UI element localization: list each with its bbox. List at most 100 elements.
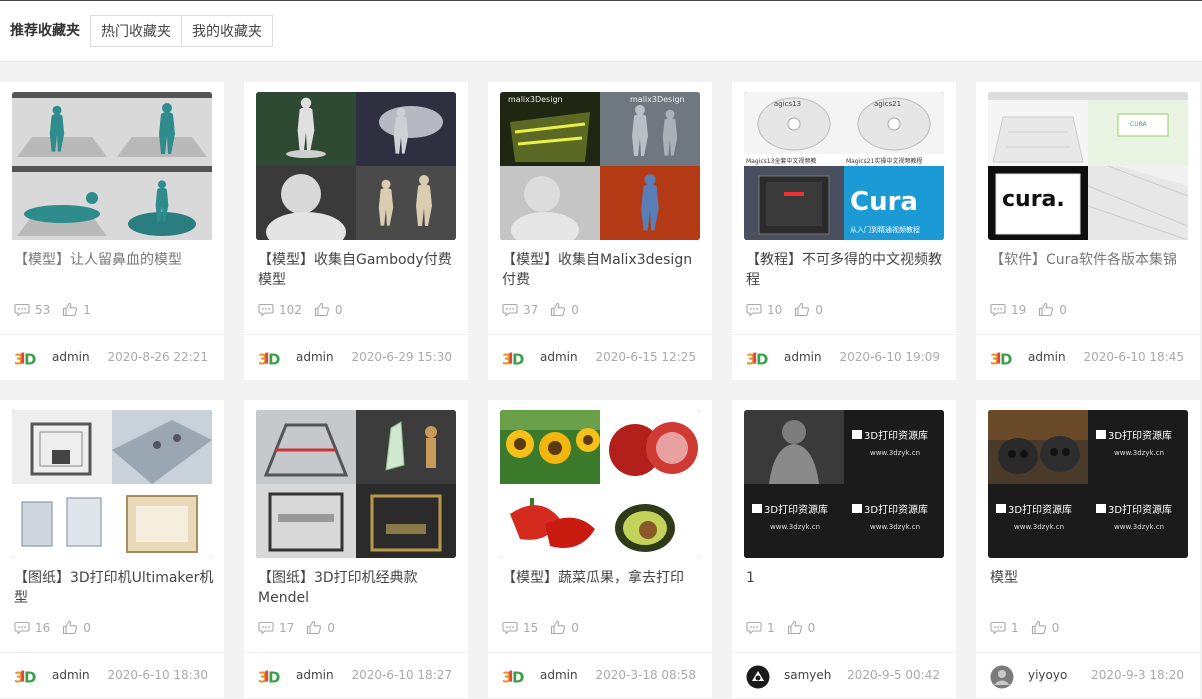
favorite-card[interactable]: malix3Design malix3Design 【模型】收集自Malix3des… xyxy=(488,82,712,380)
author-avatar[interactable]: 3D xyxy=(14,666,38,688)
comment-count[interactable]: 15 xyxy=(502,621,538,635)
author-name[interactable]: samyeh xyxy=(784,668,831,682)
3dzyk-watermark: 3D打印资源库 xyxy=(1108,503,1172,516)
author-name[interactable]: admin xyxy=(52,350,90,364)
comment-count[interactable]: 1 xyxy=(746,621,775,635)
comment-count[interactable]: 16 xyxy=(14,621,50,635)
card-title[interactable]: 1 xyxy=(746,568,946,588)
author-avatar[interactable]: 3D xyxy=(258,348,282,370)
author-avatar[interactable]: 3D xyxy=(502,666,526,688)
thumbnail-tile xyxy=(356,92,456,166)
card-thumbnail[interactable] xyxy=(12,92,212,240)
3dzyk-watermark: 3D打印资源库 xyxy=(864,429,928,442)
author-name[interactable]: admin xyxy=(540,668,578,682)
site-logo-icon: 3D xyxy=(746,352,768,369)
author-name[interactable]: admin xyxy=(52,668,90,682)
card-thumbnail[interactable]: malix3Design malix3Design xyxy=(500,92,700,240)
favorite-card[interactable]: 3D打印资源库 www.3dzyk.cn 3D打印资源库 www.3dzyk.cn 3D… xyxy=(976,400,1200,698)
comment-count[interactable]: 102 xyxy=(258,303,302,317)
author-avatar[interactable]: 3D xyxy=(258,666,282,688)
author-avatar[interactable] xyxy=(990,665,1014,689)
favorite-card[interactable]: 【图纸】3D打印机经典款Mendel 17 0 3 D admin 2020-6-10 18… xyxy=(244,400,468,698)
author-avatar[interactable]: 3D xyxy=(14,348,38,370)
card-thumbnail[interactable]: 3D打印资源库 www.3dzyk.cn 3D打印资源库 www.3dzyk.cn 3D… xyxy=(988,410,1188,558)
comment-icon xyxy=(502,303,518,317)
svg-text:www.3dzyk.cn: www.3dzyk.cn xyxy=(1114,523,1164,531)
card-footer: 3 D admin 2020-6-10 18:30 xyxy=(0,652,224,698)
comment-icon xyxy=(746,303,762,317)
card-title[interactable]: 【模型】蔬菜瓜果，拿去打印 xyxy=(502,568,702,588)
like-count[interactable]: 0 xyxy=(550,302,579,317)
favorite-card[interactable]: 【图纸】3D打印机Ultimaker机型 16 0 3 D admin 2020-6-10 … xyxy=(0,400,224,698)
cura-logo-text: Cura xyxy=(850,187,918,217)
comment-count[interactable]: 1 xyxy=(990,621,1019,635)
thumbnail-tile xyxy=(112,166,212,240)
author-avatar[interactable]: 3D xyxy=(746,348,770,370)
thumbnail-tile xyxy=(12,92,112,166)
card-title[interactable]: 【教程】不可多得的中文视频教程 xyxy=(746,250,946,290)
card-footer: 3 D admin 2020-6-15 12:25 xyxy=(488,334,712,380)
favorite-card[interactable]: 【模型】让人留鼻血的模型 53 1 3 D admin 2020-8-26 22:21 xyxy=(0,82,224,380)
like-count[interactable]: 0 xyxy=(62,620,91,635)
card-stats: 10 xyxy=(990,620,1071,635)
card-title[interactable]: 【图纸】3D打印机经典款Mendel xyxy=(258,568,458,608)
author-avatar[interactable]: 3D xyxy=(990,348,1014,370)
tab-recommended[interactable]: 推荐收藏夹 xyxy=(0,15,90,47)
author-name[interactable]: admin xyxy=(296,350,334,364)
tab-mine[interactable]: 我的收藏夹 xyxy=(181,15,273,47)
comment-count[interactable]: 19 xyxy=(990,303,1026,317)
author-name[interactable]: admin xyxy=(540,350,578,364)
comment-count-value: 1 xyxy=(1011,620,1019,635)
author-name[interactable]: admin xyxy=(784,350,822,364)
card-thumbnail[interactable] xyxy=(12,410,212,558)
author-name[interactable]: yiyoyo xyxy=(1028,668,1067,682)
author-name[interactable]: admin xyxy=(1028,350,1066,364)
card-thumbnail[interactable]: 3D打印资源库 www.3dzyk.cn 3D打印资源库 www.3dzyk.cn 3D… xyxy=(744,410,944,558)
like-count[interactable]: 0 xyxy=(550,620,579,635)
card-title[interactable]: 【模型】收集自Malix3design付费 xyxy=(502,250,702,290)
favorite-card[interactable]: 【模型】蔬菜瓜果，拿去打印 15 0 3 D admin 2020-3-18 08:58 xyxy=(488,400,712,698)
like-count[interactable]: 0 xyxy=(787,620,815,635)
thumbnail-tile: 3D打印资源库 www.3dzyk.cn xyxy=(988,484,1088,558)
svg-text:www.3dzyk.cn: www.3dzyk.cn xyxy=(870,449,920,457)
like-count-value: 1 xyxy=(83,302,91,317)
card-thumbnail[interactable] xyxy=(256,410,456,558)
card-thumbnail[interactable] xyxy=(500,410,700,558)
card-title[interactable]: 【图纸】3D打印机Ultimaker机型 xyxy=(14,568,214,608)
favorite-card[interactable]: agics13 Magics13全套中文视频教 agics21 Magics21实操中… xyxy=(732,82,956,380)
card-title[interactable]: 【软件】Cura软件各版本集锦 xyxy=(990,250,1190,270)
favorite-card[interactable]: CURA cura. 【软件】Cura软件各版本集锦 19 0 3 D admin 2020-6… xyxy=(976,82,1200,380)
comment-count[interactable]: 17 xyxy=(258,621,294,635)
like-count[interactable]: 1 xyxy=(62,302,91,317)
card-thumbnail[interactable] xyxy=(256,92,456,240)
favorite-card[interactable]: 3D打印资源库 www.3dzyk.cn 3D打印资源库 www.3dzyk.cn 3D… xyxy=(732,400,956,698)
like-count[interactable]: 0 xyxy=(1038,302,1067,317)
tab-popular[interactable]: 热门收藏夹 xyxy=(90,15,182,47)
author-avatar[interactable]: 3D xyxy=(502,348,526,370)
card-title[interactable]: 【模型】收集自Gambody付费模型 xyxy=(258,250,458,290)
thumbnail-tile xyxy=(1088,166,1188,240)
like-count[interactable]: 0 xyxy=(1031,620,1059,635)
like-count[interactable]: 0 xyxy=(314,302,343,317)
favorite-card[interactable]: 【模型】收集自Gambody付费模型 102 0 3 D admin 2020-6-29 1… xyxy=(244,82,468,380)
svg-text:从入门到精通视频教程: 从入门到精通视频教程 xyxy=(850,225,920,234)
like-count[interactable]: 0 xyxy=(794,302,823,317)
card-stats: 102 0 xyxy=(258,302,355,317)
svg-text:D: D xyxy=(268,352,280,369)
comment-count[interactable]: 10 xyxy=(746,303,782,317)
card-title[interactable]: 模型 xyxy=(990,568,1190,588)
card-thumbnail[interactable]: agics13 Magics13全套中文视频教 agics21 Magics21实操中… xyxy=(744,92,944,240)
card-footer: 3 D admin 2020-6-10 18:27 xyxy=(244,652,468,698)
thumbnail-tile xyxy=(112,410,212,484)
card-thumbnail[interactable]: CURA cura. xyxy=(988,92,1188,240)
post-date: 2020-6-10 18:30 xyxy=(107,668,209,682)
like-count[interactable]: 0 xyxy=(306,620,335,635)
svg-text:www.3dzyk.cn: www.3dzyk.cn xyxy=(870,523,920,531)
user-avatar xyxy=(990,665,1014,689)
comment-count[interactable]: 37 xyxy=(502,303,538,317)
comment-count[interactable]: 53 xyxy=(14,303,50,317)
author-avatar[interactable] xyxy=(746,665,770,689)
card-title[interactable]: 【模型】让人留鼻血的模型 xyxy=(14,250,214,270)
thumbnail-tile xyxy=(356,484,456,558)
author-name[interactable]: admin xyxy=(296,668,334,682)
